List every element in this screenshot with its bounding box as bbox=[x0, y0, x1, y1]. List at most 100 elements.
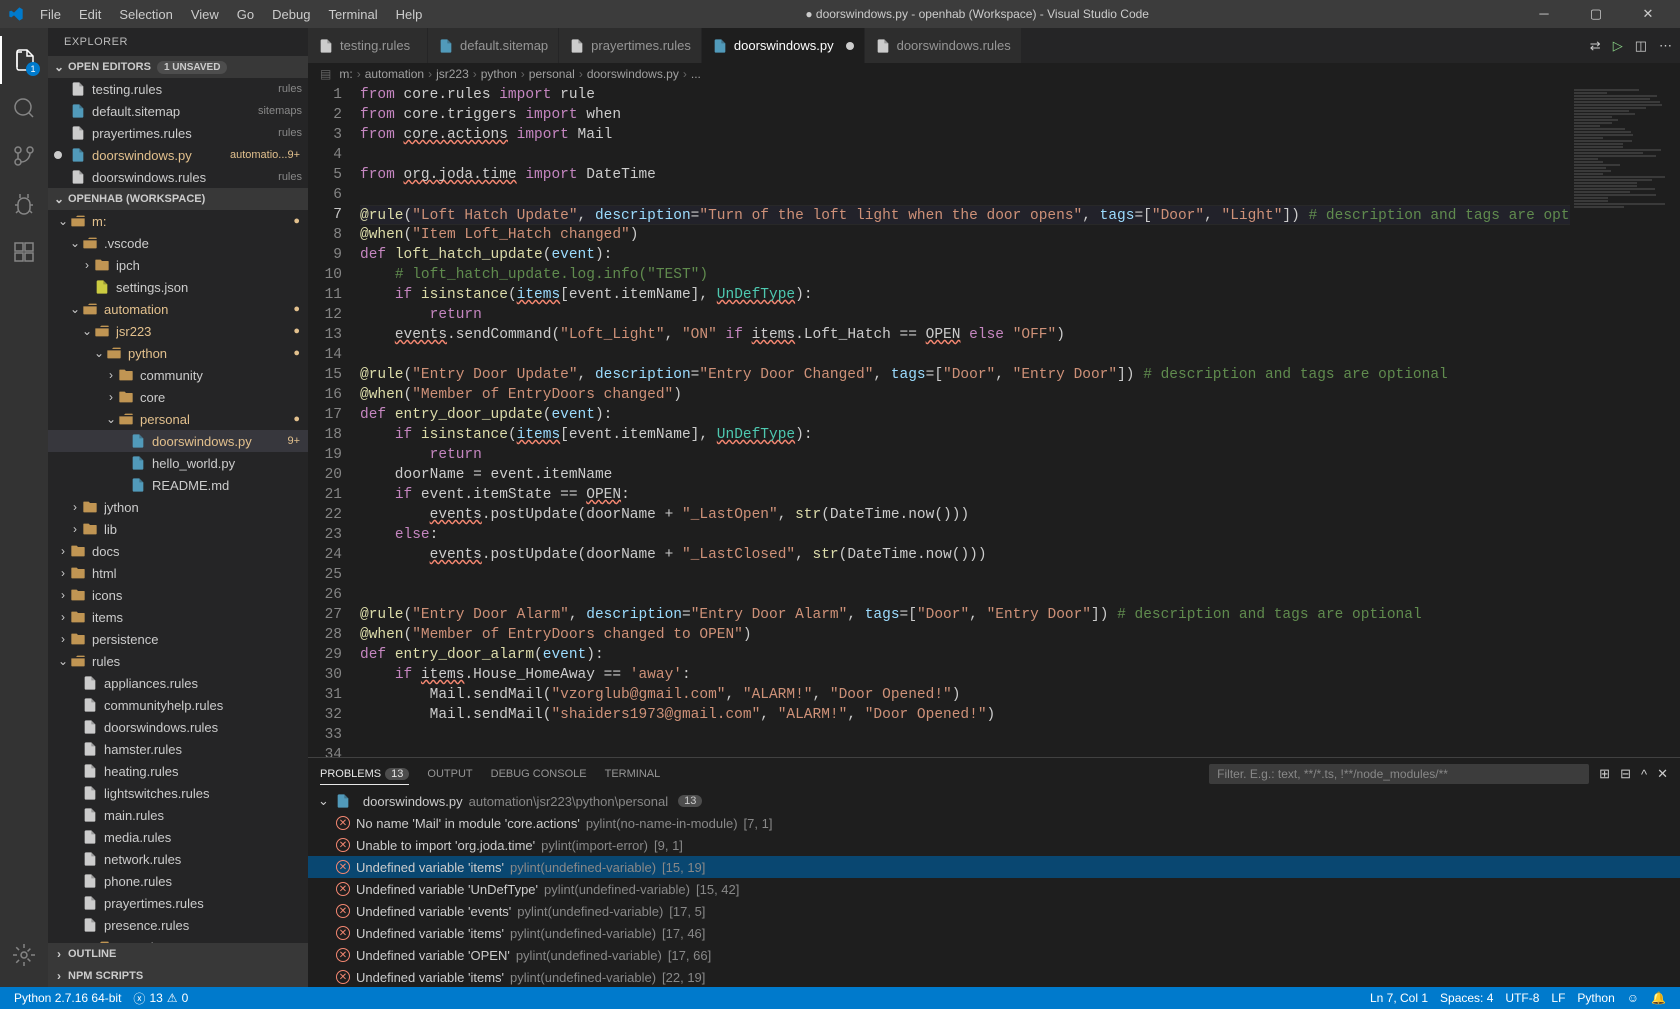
source-control-activity[interactable] bbox=[0, 132, 48, 180]
file-item[interactable]: heating.rules bbox=[48, 760, 308, 782]
breadcrumb-segment[interactable]: doorswindows.py bbox=[587, 67, 679, 81]
split-editor-icon[interactable]: ◫ bbox=[1635, 38, 1647, 54]
problem-file-group[interactable]: ⌄doorswindows.py automation\jsr223\pytho… bbox=[308, 790, 1680, 812]
folder-item[interactable]: ›jython bbox=[48, 496, 308, 518]
file-item[interactable]: doorswindows.py9+ bbox=[48, 430, 308, 452]
file-item[interactable]: network.rules bbox=[48, 848, 308, 870]
problem-item[interactable]: ✕Undefined variable 'items' pylint(undef… bbox=[308, 856, 1680, 878]
editor-tab[interactable]: doorswindows.rules bbox=[865, 28, 1022, 63]
menu-edit[interactable]: Edit bbox=[71, 3, 109, 26]
editor-tab[interactable]: default.sitemap bbox=[428, 28, 559, 63]
file-item[interactable]: main.rules bbox=[48, 804, 308, 826]
folder-item[interactable]: ›community bbox=[48, 364, 308, 386]
collapse-all-icon[interactable]: ⊟ bbox=[1620, 766, 1631, 782]
folder-item[interactable]: ⌄python● bbox=[48, 342, 308, 364]
folder-item[interactable]: ⌄m:● bbox=[48, 210, 308, 232]
status-cursor[interactable]: Ln 7, Col 1 bbox=[1364, 991, 1434, 1005]
open-editor-item[interactable]: doorswindows.pyautomatio...9+ bbox=[48, 144, 308, 166]
problem-item[interactable]: ✕Undefined variable 'events' pylint(unde… bbox=[308, 900, 1680, 922]
file-item[interactable]: presence.rules bbox=[48, 914, 308, 936]
maximize-panel-icon[interactable]: ^ bbox=[1641, 767, 1647, 782]
editor-tab[interactable]: doorswindows.py bbox=[702, 28, 865, 63]
file-item[interactable]: hello_world.py bbox=[48, 452, 308, 474]
folder-item[interactable]: ›html bbox=[48, 562, 308, 584]
editor-tab[interactable]: prayertimes.rules bbox=[559, 28, 702, 63]
menu-debug[interactable]: Debug bbox=[264, 3, 318, 26]
maximize-button[interactable]: ▢ bbox=[1576, 6, 1616, 22]
output-tab[interactable]: OUTPUT bbox=[427, 764, 472, 784]
breadcrumb-segment[interactable]: python bbox=[481, 67, 517, 81]
breadcrumb-segment[interactable]: jsr223 bbox=[436, 67, 469, 81]
file-item[interactable]: hamster.rules bbox=[48, 738, 308, 760]
settings-activity[interactable] bbox=[0, 931, 48, 979]
menu-help[interactable]: Help bbox=[388, 3, 431, 26]
code-editor[interactable]: 1234567891011121314151617181920212223242… bbox=[308, 85, 1570, 757]
problem-item[interactable]: ✕No name 'Mail' in module 'core.actions'… bbox=[308, 812, 1680, 834]
file-item[interactable]: doorswindows.rules bbox=[48, 716, 308, 738]
open-editor-item[interactable]: doorswindows.rulesrules bbox=[48, 166, 308, 188]
explorer-activity[interactable]: 1 bbox=[0, 36, 48, 84]
compare-icon[interactable]: ⇄ bbox=[1590, 38, 1601, 54]
file-item[interactable]: settings.json bbox=[48, 276, 308, 298]
breadcrumb[interactable]: ▤m:›automation›jsr223›python›personal›do… bbox=[308, 63, 1680, 85]
code-content[interactable]: from core.rules import rulefrom core.tri… bbox=[360, 85, 1570, 757]
folder-item[interactable]: ›docs bbox=[48, 540, 308, 562]
file-item[interactable]: communityhelp.rules bbox=[48, 694, 308, 716]
filter-options-icon[interactable]: ⊞ bbox=[1599, 766, 1610, 782]
more-icon[interactable]: ⋯ bbox=[1659, 38, 1672, 54]
status-encoding[interactable]: UTF-8 bbox=[1499, 991, 1545, 1005]
folder-item[interactable]: ⌄.vscode bbox=[48, 232, 308, 254]
problems-filter-input[interactable] bbox=[1209, 764, 1589, 784]
problem-item[interactable]: ✕Unable to import 'org.joda.time' pylint… bbox=[308, 834, 1680, 856]
search-activity[interactable] bbox=[0, 84, 48, 132]
breadcrumb-segment[interactable]: automation bbox=[365, 67, 424, 81]
breadcrumb-segment[interactable]: personal bbox=[529, 67, 575, 81]
npm-scripts-header[interactable]: › NPM SCRIPTS bbox=[48, 965, 308, 987]
menu-terminal[interactable]: Terminal bbox=[320, 3, 385, 26]
debug-console-tab[interactable]: DEBUG CONSOLE bbox=[491, 764, 587, 784]
status-feedback-icon[interactable]: ☺ bbox=[1621, 991, 1645, 1005]
minimize-button[interactable]: ─ bbox=[1524, 6, 1564, 22]
status-python[interactable]: Python 2.7.16 64-bit bbox=[8, 991, 127, 1005]
folder-item[interactable]: ⌄automation● bbox=[48, 298, 308, 320]
status-problems[interactable]: ⓧ13 ⚠0 bbox=[127, 990, 194, 1007]
folder-item[interactable]: ⌄personal● bbox=[48, 408, 308, 430]
close-panel-icon[interactable]: ✕ bbox=[1657, 766, 1668, 782]
open-editor-item[interactable]: prayertimes.rulesrules bbox=[48, 122, 308, 144]
outline-header[interactable]: › OUTLINE bbox=[48, 943, 308, 965]
open-editor-item[interactable]: testing.rulesrules bbox=[48, 78, 308, 100]
file-item[interactable]: lightswitches.rules bbox=[48, 782, 308, 804]
file-item[interactable]: phone.rules bbox=[48, 870, 308, 892]
problem-item[interactable]: ✕Undefined variable 'items' pylint(undef… bbox=[308, 966, 1680, 987]
folder-item[interactable]: ⌄.vscode bbox=[48, 936, 308, 943]
menu-file[interactable]: File bbox=[32, 3, 69, 26]
menu-view[interactable]: View bbox=[183, 3, 227, 26]
folder-item[interactable]: ›lib bbox=[48, 518, 308, 540]
menu-go[interactable]: Go bbox=[229, 3, 262, 26]
file-item[interactable]: prayertimes.rules bbox=[48, 892, 308, 914]
file-item[interactable]: media.rules bbox=[48, 826, 308, 848]
file-item[interactable]: appliances.rules bbox=[48, 672, 308, 694]
problem-item[interactable]: ✕Undefined variable 'items' pylint(undef… bbox=[308, 922, 1680, 944]
status-bell-icon[interactable]: 🔔 bbox=[1645, 991, 1672, 1005]
file-item[interactable]: README.md bbox=[48, 474, 308, 496]
menu-selection[interactable]: Selection bbox=[111, 3, 180, 26]
extensions-activity[interactable] bbox=[0, 228, 48, 276]
debug-activity[interactable] bbox=[0, 180, 48, 228]
folder-item[interactable]: ›icons bbox=[48, 584, 308, 606]
problems-tab[interactable]: PROBLEMS13 bbox=[320, 764, 409, 785]
problem-item[interactable]: ✕Undefined variable 'OPEN' pylint(undefi… bbox=[308, 944, 1680, 966]
close-button[interactable]: ✕ bbox=[1628, 6, 1668, 22]
status-indentation[interactable]: Spaces: 4 bbox=[1434, 991, 1499, 1005]
open-editors-header[interactable]: ⌄ OPEN EDITORS 1 UNSAVED bbox=[48, 56, 308, 78]
folder-item[interactable]: ›items bbox=[48, 606, 308, 628]
folder-item[interactable]: ⌄rules bbox=[48, 650, 308, 672]
folder-item[interactable]: ›ipch bbox=[48, 254, 308, 276]
folder-item[interactable]: ›core bbox=[48, 386, 308, 408]
minimap[interactable] bbox=[1570, 85, 1680, 757]
editor-tab[interactable]: testing.rules bbox=[308, 28, 428, 63]
problem-item[interactable]: ✕Undefined variable 'UnDefType' pylint(u… bbox=[308, 878, 1680, 900]
folder-item[interactable]: ›persistence bbox=[48, 628, 308, 650]
run-icon[interactable]: ▷ bbox=[1613, 38, 1623, 54]
workspace-header[interactable]: ⌄ OPENHAB (WORKSPACE) bbox=[48, 188, 308, 210]
